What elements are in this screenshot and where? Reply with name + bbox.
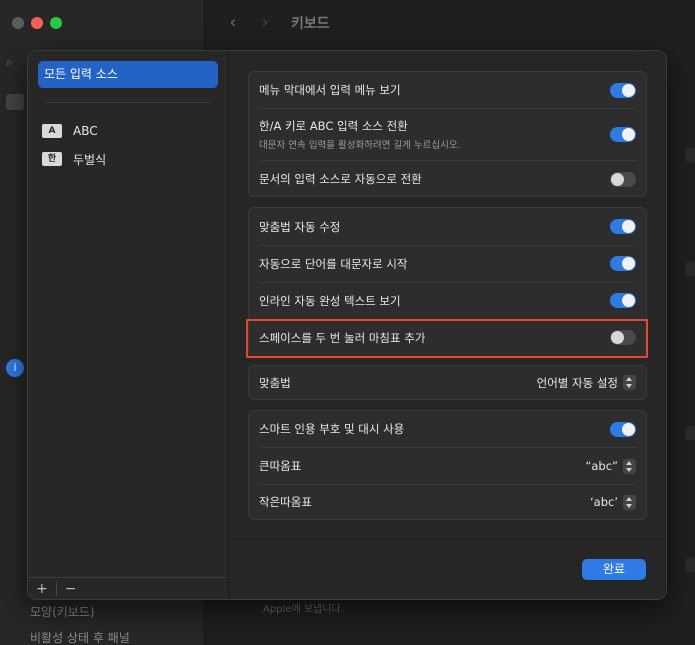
setting-label: 인라인 자동 완성 텍스트 보기	[259, 293, 401, 308]
chevron-updown-icon	[623, 458, 636, 474]
single-quotes-popup[interactable]: ‘abc’	[590, 494, 636, 510]
setting-row: 문서의 입력 소스로 자동으로 전환	[249, 161, 646, 197]
setting-row: 메뉴 막대에서 입력 메뉴 보기	[249, 72, 646, 108]
inline-predictive-toggle[interactable]	[610, 293, 636, 308]
input-sources-list: 모든 입력 소스 A ABC 한 두벌식 + −	[28, 51, 229, 599]
double-quotes-popup[interactable]: “abc”	[585, 458, 636, 474]
setting-row: 작은따옴표 ‘abc’	[249, 484, 646, 520]
keyboard-icon	[6, 94, 24, 110]
input-sources-sheet: 모든 입력 소스 A ABC 한 두벌식 + − 메뉴 막대에서 입력 메뉴 보…	[27, 50, 667, 600]
divider	[55, 581, 57, 596]
source-item-abc[interactable]: A ABC	[42, 121, 98, 141]
divider	[46, 102, 210, 103]
auto-switch-source-toggle[interactable]	[610, 171, 636, 187]
auto-capitalize-toggle[interactable]	[610, 256, 636, 271]
page-title: 키보드	[291, 16, 330, 32]
background-control	[685, 426, 695, 440]
setting-description: 대문자 연속 입력을 활성화하려면 길게 누르십시오.	[259, 139, 461, 151]
chevron-updown-icon	[623, 494, 636, 510]
sidebar-item-appearance[interactable]: 모양(키보드)	[30, 603, 95, 620]
popup-value: ‘abc’	[590, 495, 618, 509]
hangul-icon: 한	[42, 152, 62, 166]
forward-button[interactable]: ›	[255, 13, 275, 33]
show-input-menu-toggle[interactable]	[610, 82, 636, 98]
setting-label: 맞춤법 자동 수정	[259, 219, 341, 234]
spelling-group: 맞춤법 언어별 자동 설정	[248, 365, 647, 400]
toolbar: ‹ › 키보드	[205, 0, 695, 46]
source-label: ABC	[73, 124, 98, 138]
highlight-box	[246, 319, 648, 358]
done-button[interactable]: 완료	[582, 559, 646, 580]
setting-row: 자동으로 단어를 대문자로 시작	[249, 245, 646, 282]
abc-icon: A	[42, 124, 62, 138]
setting-label: 스마트 인용 부호 및 대시 사용	[259, 422, 405, 436]
add-source-button[interactable]: +	[36, 581, 48, 597]
setting-label: 한/A 키로 ABC 입력 소스 전환 대문자 연속 입력을 활성화하려면 길게…	[259, 118, 610, 151]
setting-row: 맞춤법 언어별 자동 설정	[249, 366, 646, 399]
setting-label: 큰따옴표	[259, 459, 302, 473]
popup-value: 언어별 자동 설정	[536, 375, 618, 390]
close-window-button[interactable]	[12, 17, 24, 29]
han-a-key-toggle[interactable]	[610, 126, 636, 142]
input-menu-group: 메뉴 막대에서 입력 메뉴 보기 한/A 키로 ABC 입력 소스 전환 대문자…	[248, 71, 647, 197]
setting-label: 문서의 입력 소스로 자동으로 전환	[259, 172, 422, 186]
setting-label: 작은따옴표	[259, 495, 312, 509]
setting-title: 한/A 키로 ABC 입력 소스 전환	[259, 118, 408, 133]
minimize-window-button[interactable]	[31, 17, 43, 29]
list-footer: + −	[28, 577, 228, 599]
background-control	[685, 148, 695, 162]
setting-label: 자동으로 단어를 대문자로 시작	[259, 256, 408, 271]
divider	[229, 539, 666, 540]
source-item-all[interactable]: 모든 입력 소스	[38, 61, 218, 88]
background-control	[685, 558, 695, 572]
chevron-updown-icon	[623, 375, 636, 390]
setting-row: 한/A 키로 ABC 입력 소스 전환 대문자 연속 입력을 활성화하려면 길게…	[249, 109, 646, 159]
setting-label: 메뉴 막대에서 입력 메뉴 보기	[259, 83, 401, 97]
back-button[interactable]: ‹	[223, 13, 243, 33]
setting-row: 맞춤법 자동 수정	[249, 208, 646, 245]
setting-row: 인라인 자동 완성 텍스트 보기	[249, 282, 646, 319]
popup-value: “abc”	[585, 459, 618, 473]
setting-label: 맞춤법	[259, 375, 291, 390]
setting-row: 큰따옴표 “abc”	[249, 448, 646, 484]
remove-source-button[interactable]: −	[65, 581, 77, 597]
spelling-popup[interactable]: 언어별 자동 설정	[537, 375, 636, 391]
sidebar-item-inactive-panel[interactable]: 비활성 상태 후 패널	[30, 629, 130, 645]
setting-row: 스마트 인용 부호 및 대시 사용	[249, 411, 646, 447]
main-footer-text: Apple에 보냅니다.	[263, 604, 344, 615]
background-control	[685, 262, 695, 276]
source-label: 두벌식	[73, 152, 107, 167]
source-item-2set[interactable]: 한 두벌식	[42, 149, 106, 169]
quotes-group: 스마트 인용 부호 및 대시 사용 큰따옴표 “abc” 작은따옴표 ‘abc’	[248, 410, 647, 520]
smart-quotes-toggle[interactable]	[610, 421, 636, 437]
zoom-window-button[interactable]	[50, 17, 62, 29]
accessibility-icon: i	[6, 359, 24, 377]
autocorrect-toggle[interactable]	[610, 219, 636, 234]
search-icon[interactable]: ⌕	[0, 55, 24, 75]
